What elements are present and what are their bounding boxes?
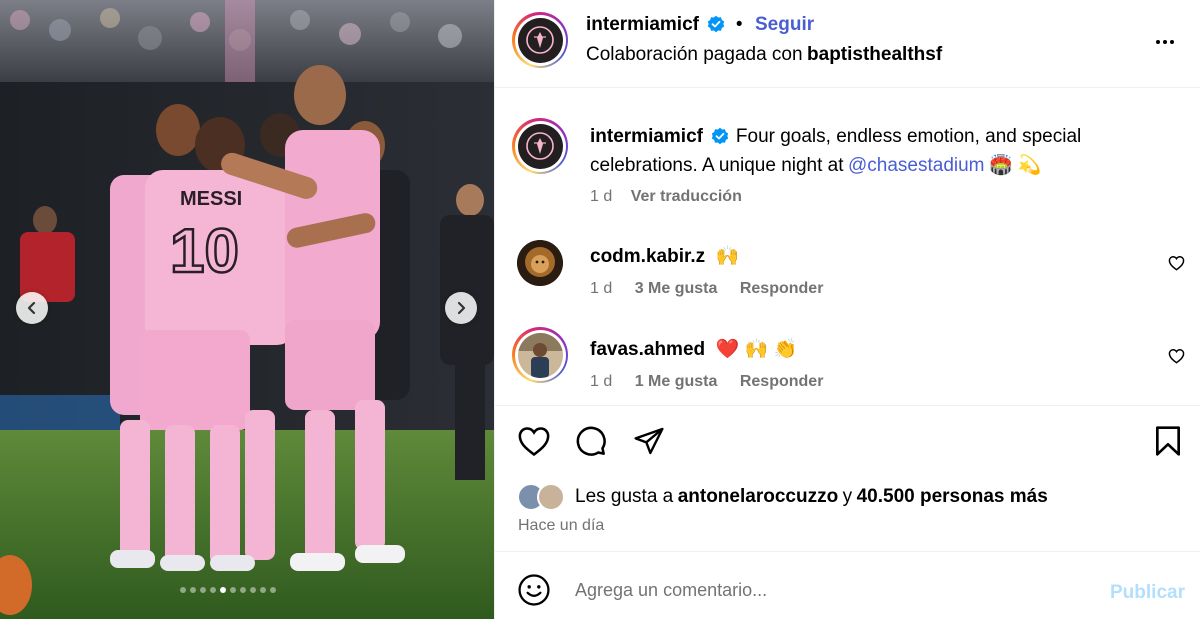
translate-button[interactable]: Ver traducción — [631, 188, 742, 205]
carousel-dot — [270, 587, 276, 593]
reply-button[interactable]: Responder — [740, 280, 824, 297]
more-horizontal-icon — [1156, 40, 1174, 44]
prev-slide-button[interactable] — [16, 292, 48, 324]
post-timestamp[interactable]: Hace un día — [518, 517, 604, 534]
carousel-dot — [240, 587, 246, 593]
comment-username[interactable]: favas.ahmed — [590, 339, 705, 360]
post-timestamp-wrap: Hace un día — [518, 517, 604, 535]
caption-username[interactable]: intermiamicf — [590, 126, 703, 147]
caption-avatar-ring[interactable] — [512, 118, 568, 174]
paper-plane-icon — [634, 427, 664, 455]
comment-button[interactable] — [575, 425, 607, 462]
post-details-panel: intermiamicf • Seguir Colaboración pagad… — [494, 0, 1200, 619]
heron-crest-icon — [526, 26, 554, 54]
heron-crest-icon — [526, 132, 554, 160]
carousel-dot — [250, 587, 256, 593]
author-username[interactable]: intermiamicf — [586, 14, 699, 35]
caption-emojis: 🏟️ 💫 — [988, 155, 1042, 176]
carousel-dot — [190, 587, 196, 593]
save-button[interactable] — [1153, 425, 1183, 462]
share-button[interactable] — [633, 425, 665, 462]
carousel-dot — [230, 587, 236, 593]
chevron-right-icon — [457, 301, 466, 315]
liked-by-user[interactable]: antonelaroccuzzo — [678, 486, 838, 507]
comment-1-body: codm.kabir.z 🙌 — [590, 244, 739, 268]
stadium-mention-link[interactable]: @chasestadium — [848, 155, 985, 176]
comment-likes[interactable]: 1 Me gusta — [635, 373, 718, 390]
liked-by-avatars[interactable] — [517, 483, 567, 515]
comment-age[interactable]: 1 d — [590, 373, 612, 390]
author-avatar-ring[interactable] — [512, 12, 568, 68]
publish-button[interactable]: Publicar — [1110, 582, 1185, 604]
emoji-picker-button[interactable] — [517, 573, 551, 612]
post-media[interactable]: MESSI 10 — [0, 0, 494, 619]
carousel-indicator — [180, 587, 276, 593]
comment-text: ❤️ 🙌 👏 — [715, 339, 798, 360]
like-post-button[interactable] — [517, 425, 551, 462]
comment-2-meta: 1 d 1 Me gusta Responder — [590, 373, 823, 391]
paid-partnership-label: Colaboración pagada con — [586, 44, 803, 65]
lion-avatar-icon — [517, 240, 563, 286]
heart-outline-icon — [1168, 256, 1185, 271]
club-logo-avatar — [517, 123, 563, 169]
bookmark-icon — [1156, 426, 1180, 456]
like-comment-button[interactable] — [1168, 348, 1185, 369]
post-actions: Les gusta a antonelaroccuzzo y 40.500 pe… — [495, 405, 1200, 552]
likes-prefix: Les gusta a — [575, 486, 674, 507]
comment-text: 🙌 — [715, 246, 740, 267]
carousel-dot — [220, 587, 226, 593]
verified-badge-icon — [712, 128, 729, 145]
commenter-avatar — [517, 332, 563, 378]
comment-age[interactable]: 1 d — [590, 280, 612, 297]
post-photo: MESSI 10 — [0, 0, 494, 619]
caption-text-line2: celebrations. A unique night at — [590, 155, 844, 176]
carousel-dot — [200, 587, 206, 593]
caption-line-1: intermiamicf Four goals, endless emotion… — [590, 126, 1081, 148]
next-slide-button[interactable] — [445, 292, 477, 324]
jersey-name: MESSI — [180, 188, 242, 210]
follow-button[interactable]: Seguir — [755, 14, 814, 35]
post-header: intermiamicf • Seguir Colaboración pagad… — [495, 0, 1200, 88]
comment-input[interactable] — [575, 580, 1075, 601]
carousel-dot — [260, 587, 266, 593]
caption-meta: 1 d Ver traducción — [590, 188, 742, 206]
likes-count[interactable]: 40.500 personas más — [857, 486, 1048, 507]
header-separator: • — [735, 14, 743, 35]
jersey-number: 10 — [170, 217, 239, 286]
reply-button[interactable]: Responder — [740, 373, 824, 390]
verified-badge-icon — [708, 16, 725, 33]
carousel-dot — [180, 587, 186, 593]
comment-1-meta: 1 d 3 Me gusta Responder — [590, 280, 823, 298]
carousel-dot — [210, 587, 216, 593]
likes-summary: Les gusta a antonelaroccuzzo y 40.500 pe… — [575, 486, 1048, 508]
comment-2-body: favas.ahmed ❤️ 🙌 👏 — [590, 337, 797, 361]
like-comment-button[interactable] — [1168, 255, 1185, 276]
comments-section: intermiamicf Four goals, endless emotion… — [495, 89, 1200, 405]
person-avatar-icon — [517, 332, 563, 378]
club-logo-avatar — [517, 17, 563, 63]
caption-age[interactable]: 1 d — [590, 188, 612, 205]
emoji-smile-icon — [518, 574, 550, 606]
heart-outline-icon — [518, 427, 550, 457]
likes-connector: y — [842, 486, 853, 507]
chevron-left-icon — [27, 301, 36, 315]
caption-line-2: celebrations. A unique night at @chasest… — [590, 153, 1042, 177]
commenter-avatar-ring[interactable] — [512, 327, 568, 383]
comment-bubble-icon — [576, 426, 606, 456]
comment-likes[interactable]: 3 Me gusta — [635, 280, 718, 297]
heart-outline-icon — [1168, 349, 1185, 364]
partner-username[interactable]: baptisthealthsf — [807, 44, 942, 65]
commenter-avatar[interactable] — [517, 240, 563, 286]
caption-text: Four goals, endless emotion, and special — [735, 126, 1082, 147]
comment-composer: Publicar — [495, 553, 1200, 619]
liker-avatar — [537, 483, 565, 511]
more-options-button[interactable] — [1153, 30, 1177, 59]
comment-username[interactable]: codm.kabir.z — [590, 246, 705, 267]
